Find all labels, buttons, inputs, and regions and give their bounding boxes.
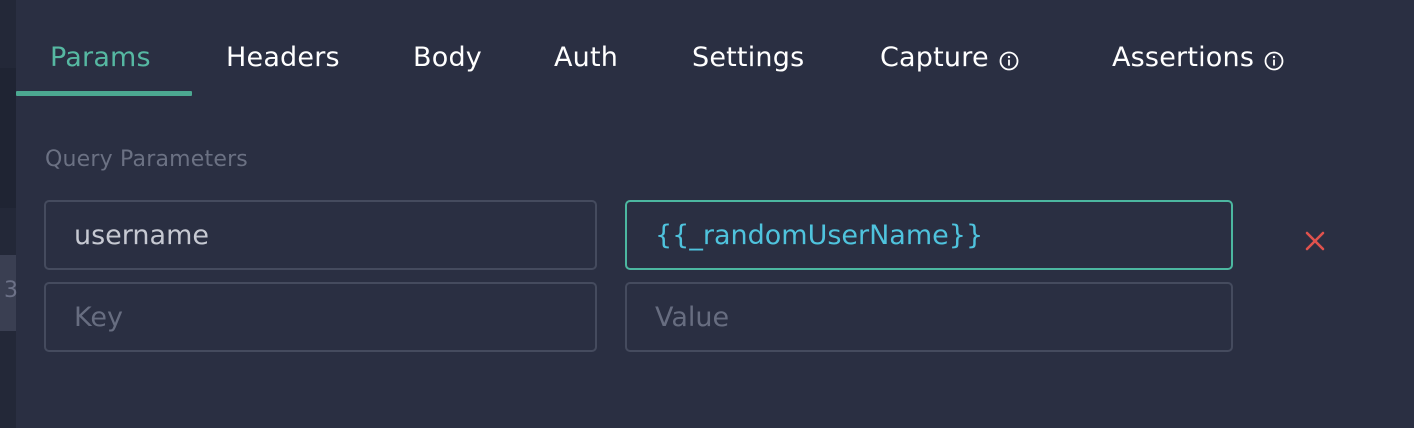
tab-label: Assertions	[1112, 42, 1255, 73]
key-placeholder: Key	[74, 301, 123, 333]
tab-capture[interactable]: Capture	[880, 38, 1019, 98]
tab-label: Params	[50, 42, 151, 73]
left-panel-peek-text: 3	[4, 278, 18, 303]
tab-label: Capture	[880, 42, 989, 73]
tab-label: Body	[413, 42, 482, 73]
left-panel-segment	[0, 68, 16, 208]
param-key-value: username	[74, 219, 209, 251]
new-param-key-input[interactable]: Key	[44, 282, 597, 352]
tab-body[interactable]: Body	[413, 38, 482, 98]
tab-params[interactable]: Params	[50, 38, 151, 98]
left-panel-edge: 3	[0, 0, 18, 428]
value-placeholder: Value	[655, 301, 730, 333]
request-panel: 3 Params Headers Body Auth Settings Capt…	[0, 0, 1414, 428]
param-value-text: {{_randomUserName}}	[655, 219, 984, 251]
info-circle-icon[interactable]	[999, 51, 1019, 71]
param-value-input[interactable]: {{_randomUserName}}	[625, 200, 1233, 270]
tab-label: Headers	[226, 42, 340, 73]
new-param-value-input[interactable]: Value	[625, 282, 1233, 352]
param-key-input[interactable]: username	[44, 200, 597, 270]
tab-headers[interactable]: Headers	[226, 38, 340, 98]
tab-settings[interactable]: Settings	[692, 38, 804, 98]
tab-label: Auth	[554, 42, 619, 73]
tab-auth[interactable]: Auth	[554, 38, 618, 98]
info-circle-icon[interactable]	[1264, 51, 1284, 71]
active-tab-indicator	[16, 91, 192, 96]
request-tabs: Params Headers Body Auth Settings Captur…	[16, 38, 1414, 98]
close-x-icon[interactable]	[1302, 228, 1328, 254]
tab-label: Settings	[692, 42, 805, 73]
tab-assertions[interactable]: Assertions	[1112, 38, 1284, 98]
query-parameters-label: Query Parameters	[45, 147, 248, 172]
